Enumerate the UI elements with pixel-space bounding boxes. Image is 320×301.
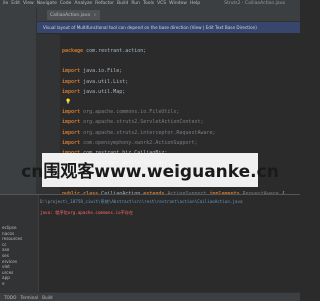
code-token: com.opensymphony.xwork2.ActionSupport; — [83, 139, 198, 146]
code-token: java.util.List; — [83, 78, 129, 85]
code-line: package com.restrant.action; — [62, 46, 298, 56]
code-token: import — [62, 129, 84, 136]
code-token: com.restrant.action; — [86, 48, 147, 54]
code-token: import — [62, 68, 84, 75]
code-token: java.util.Map; — [83, 88, 126, 95]
code-token: com.restrant.entity.Cailiao; — [83, 160, 168, 167]
code-line: import java.util.List; — [62, 77, 298, 87]
bottom-left-tree: eclipse nacos resources cc ase ses ervices vlet… — [0, 195, 39, 293]
tree-item[interactable]: urces — [2, 270, 13, 275]
code-token: import — [62, 139, 84, 146]
close-icon[interactable]: × — [93, 13, 97, 18]
status-tab[interactable]: Build — [42, 295, 53, 300]
tree-item[interactable]: ervices — [2, 259, 17, 264]
code-line: import com.restrant.entity.Pager; — [62, 168, 298, 178]
run-console: D:\project\_10758_ciwit\系统\Abstract\src\… — [40, 199, 298, 216]
code-token: com.restrant.biz.CailiaoBiz; — [83, 149, 168, 156]
tree-item[interactable]: app — [2, 275, 10, 280]
code-line: import org.apache.struts2.interceptor.Re… — [62, 128, 298, 138]
code-token: import — [62, 160, 84, 167]
code-line: import com.restrant.biz.CailiaoBiz; — [62, 148, 298, 158]
tree-item[interactable]: ase — [2, 247, 9, 252]
window-title: Struts2 - CailiaoAction.java — [224, 1, 286, 6]
menu-bar: ile Edit View Navigate Code Analyze Refactor Bu… — [0, 0, 300, 7]
console-path-link[interactable]: D:\project\_10758_ciwit\系统\Abstract\src\… — [40, 199, 298, 205]
project-panel — [0, 7, 37, 194]
menu-item[interactable]: VCS — [157, 1, 166, 6]
tree-item[interactable]: cc — [2, 242, 7, 247]
notification-banner: Visual layout of Multifunctional tool ca… — [37, 22, 300, 33]
menu-item[interactable]: Tools — [143, 1, 154, 6]
tree-item[interactable]: nacos — [2, 231, 14, 236]
menu-item[interactable]: Refactor — [95, 1, 114, 6]
code-line: import org.apache.struts2.ServletActionC… — [62, 117, 298, 127]
tree-item[interactable]: ses — [2, 253, 9, 258]
code-token: package — [62, 48, 87, 54]
code-token: com.restrant.entity.Pager; — [83, 170, 162, 177]
menu-item[interactable]: Navigate — [37, 1, 57, 6]
menu-item[interactable]: View — [23, 1, 34, 6]
code-token: import — [62, 119, 84, 126]
code-token: import — [62, 170, 84, 177]
editor-tab-cailiaoaction[interactable]: CailiaoAction.java × — [47, 10, 100, 20]
code-token: org.apache.struts2.interceptor.RequestAw… — [83, 129, 216, 136]
menu-item[interactable]: Build — [117, 1, 128, 6]
menu-item[interactable]: ile — [3, 1, 8, 6]
menu-item[interactable]: Run — [131, 1, 140, 6]
menu-item[interactable]: Help — [190, 1, 200, 6]
bottom-tool-window: eclipse nacos resources cc ase ses ervices vlet… — [0, 194, 300, 293]
menu-item[interactable]: Code — [60, 1, 72, 6]
code-token: java.io.File; — [83, 68, 123, 75]
code-token: org.apache.struts2.ServletActionContext; — [83, 119, 204, 126]
menu-item[interactable]: Analyze — [74, 1, 92, 6]
banner-text: Visual layout of Multifunctional tool ca… — [43, 25, 257, 30]
code-line: import org.apache.commons.io.FileUtils; — [62, 107, 298, 117]
menu-item[interactable]: Edit — [11, 1, 20, 6]
code-line: 💡 — [62, 97, 298, 107]
lightbulb-icon[interactable]: 💡 — [65, 99, 71, 105]
tree-item[interactable]: eclipse — [2, 225, 17, 230]
tree-item[interactable]: vlet — [2, 264, 10, 269]
tree-item[interactable]: resources — [2, 236, 22, 241]
code-token: import — [62, 149, 84, 156]
tab-label: CailiaoAction.java — [50, 12, 91, 18]
code-line: import com.restrant.entity.Cailiao; — [62, 158, 298, 168]
menu-item[interactable]: Window — [169, 1, 187, 6]
console-error-line: java: 程序包org.apache.commons.io不存在 — [40, 210, 134, 215]
code-line: import com.opensymphony.xwork2.ActionSup… — [62, 138, 298, 148]
code-line: import java.util.Map; — [62, 87, 298, 97]
code-token: org.apache.commons.io.FileUtils; — [83, 109, 180, 116]
tree-item[interactable]: e — [2, 281, 5, 286]
status-tab[interactable]: Terminal — [20, 295, 38, 300]
editor-pane: CailiaoAction.java × Visual layout of Mu… — [37, 7, 300, 227]
code-token: import — [62, 88, 84, 95]
line-gutter — [37, 34, 60, 194]
status-tab[interactable]: TODO — [4, 295, 16, 300]
editor-tab-bar: CailiaoAction.java × — [37, 7, 300, 22]
code-token: import — [62, 78, 84, 85]
code-token: import — [62, 109, 84, 116]
code-line: import java.io.File; — [62, 66, 298, 76]
